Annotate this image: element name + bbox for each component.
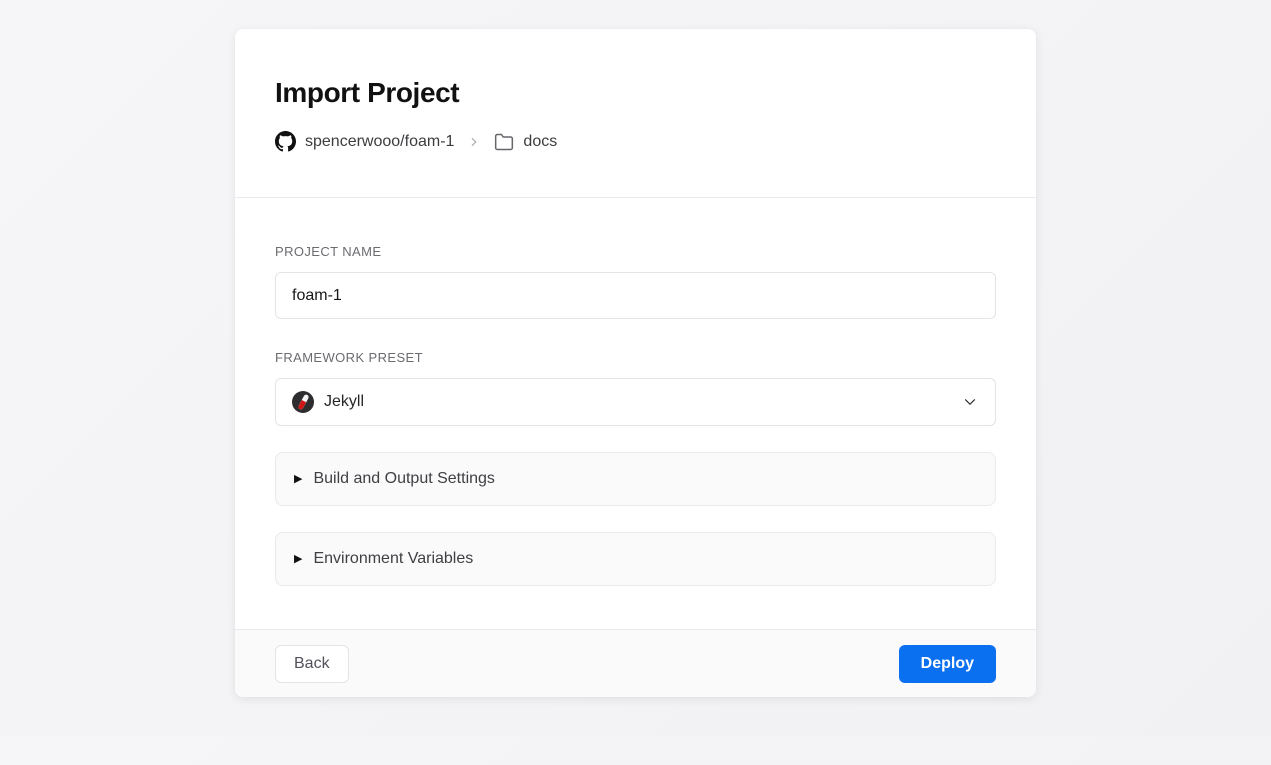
import-project-dialog: Import Project spencerwooo/foam-1 docs P… bbox=[235, 29, 1036, 697]
framework-selected-value: Jekyll bbox=[324, 393, 961, 411]
project-name-field-group: PROJECT NAME bbox=[275, 244, 996, 319]
jekyll-icon bbox=[292, 391, 314, 413]
project-name-input[interactable] bbox=[275, 272, 996, 319]
project-name-label: PROJECT NAME bbox=[275, 244, 996, 259]
framework-preset-field-group: FRAMEWORK PRESET Jekyll bbox=[275, 350, 996, 426]
page-title: Import Project bbox=[275, 77, 996, 109]
breadcrumb: spencerwooo/foam-1 docs bbox=[275, 131, 996, 152]
breadcrumb-repo[interactable]: spencerwooo/foam-1 bbox=[305, 133, 454, 151]
dialog-body: PROJECT NAME FRAMEWORK PRESET Jekyll ▶ B… bbox=[235, 197, 1036, 629]
breadcrumb-folder[interactable]: docs bbox=[523, 133, 557, 151]
accordion-label: Environment Variables bbox=[313, 550, 473, 568]
framework-preset-label: FRAMEWORK PRESET bbox=[275, 350, 996, 365]
accordion-build-output-settings[interactable]: ▶ Build and Output Settings bbox=[275, 452, 996, 506]
dialog-header: Import Project spencerwooo/foam-1 docs bbox=[235, 29, 1036, 197]
back-button[interactable]: Back bbox=[275, 645, 349, 683]
folder-icon bbox=[494, 132, 514, 152]
accordion-environment-variables[interactable]: ▶ Environment Variables bbox=[275, 532, 996, 586]
dialog-footer: Back Deploy bbox=[235, 629, 1036, 697]
chevron-down-icon bbox=[961, 393, 979, 411]
breadcrumb-chevron-icon bbox=[467, 135, 481, 149]
deploy-button[interactable]: Deploy bbox=[899, 645, 996, 683]
github-icon bbox=[275, 131, 296, 152]
accordion-triangle-icon: ▶ bbox=[294, 554, 302, 565]
accordion-triangle-icon: ▶ bbox=[294, 474, 302, 485]
accordion-label: Build and Output Settings bbox=[313, 470, 494, 488]
framework-preset-select[interactable]: Jekyll bbox=[275, 378, 996, 426]
